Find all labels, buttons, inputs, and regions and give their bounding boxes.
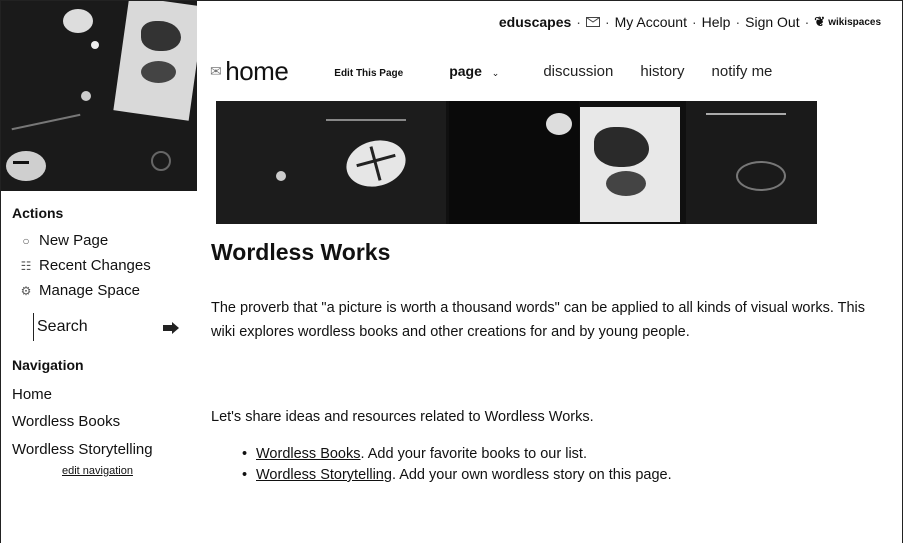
intro-paragraph: The proverb that "a picture is worth a t…	[211, 300, 866, 340]
separator: ·	[604, 14, 610, 30]
nav-item-wordless-storytelling[interactable]: Wordless Storytelling	[12, 441, 153, 458]
wikispaces-logo-icon: ❦	[814, 14, 826, 29]
manage-space-link[interactable]: ⚙ Manage Space	[19, 282, 140, 299]
new-page-icon: ○	[22, 233, 30, 248]
space-name-link[interactable]: eduscapes	[499, 14, 571, 30]
list-item: Wordless Storytelling. Add your own word…	[242, 467, 672, 483]
space-logo-image[interactable]	[1, 1, 197, 191]
new-page-link[interactable]: ○ New Page	[19, 232, 108, 249]
tab-discussion[interactable]: discussion	[543, 63, 613, 80]
tab-page[interactable]: page ⌄	[449, 63, 499, 79]
my-account-link[interactable]: My Account	[615, 14, 687, 30]
chevron-down-icon: ⌄	[491, 68, 500, 78]
help-link[interactable]: Help	[702, 14, 731, 30]
tab-history[interactable]: history	[640, 63, 684, 80]
recent-changes-link[interactable]: ☷ Recent Changes	[19, 257, 151, 274]
page-title-home: ✉ home	[210, 56, 289, 87]
edit-this-page-button[interactable]: Edit This Page	[334, 68, 403, 79]
page-heading: Wordless Works	[211, 239, 391, 265]
header-banner-image	[216, 101, 817, 224]
nav-item-home[interactable]: Home	[12, 386, 52, 403]
wikispaces-logo[interactable]: ❦ wikispaces	[814, 14, 881, 30]
search-input[interactable]: Search	[33, 313, 183, 341]
manage-space-label: Manage Space	[39, 282, 140, 299]
manage-space-icon: ⚙	[20, 283, 32, 298]
list-item-text: . Add your favorite books to our list.	[360, 446, 587, 462]
wordless-storytelling-link[interactable]: Wordless Storytelling	[256, 467, 392, 483]
page-name: home	[225, 56, 289, 86]
recent-changes-label: Recent Changes	[39, 257, 151, 274]
sidebar: Actions ○ New Page ☷ Recent Changes ⚙ Ma…	[1, 1, 197, 542]
wikispaces-label: wikispaces	[828, 16, 881, 28]
resource-list: Wordless Books. Add your favorite books …	[242, 446, 672, 488]
wordless-books-link[interactable]: Wordless Books	[256, 446, 361, 462]
page-toolbar: ✉ home Edit This Page page ⌄ discussion …	[210, 56, 799, 87]
separator: ·	[691, 14, 697, 30]
search-label: Search	[37, 318, 88, 335]
separator: ·	[576, 14, 581, 30]
separator: ·	[804, 14, 810, 30]
mail-icon[interactable]	[585, 14, 600, 30]
tab-page-label: page	[449, 63, 482, 79]
actions-heading: Actions	[12, 205, 64, 221]
search-go-icon[interactable]	[163, 321, 179, 334]
list-item-text: . Add your own wordless story on this pa…	[391, 467, 672, 483]
tab-notify-me[interactable]: notify me	[712, 63, 773, 80]
sign-out-link[interactable]: Sign Out	[745, 14, 799, 30]
separator: ·	[735, 14, 741, 30]
list-item: Wordless Books. Add your favorite books …	[242, 446, 672, 462]
navigation-heading: Navigation	[12, 357, 84, 373]
share-paragraph: Let's share ideas and resources related …	[211, 409, 594, 425]
nav-item-wordless-books[interactable]: Wordless Books	[12, 413, 120, 430]
new-page-label: New Page	[39, 232, 109, 249]
page-icon: ✉	[210, 63, 222, 79]
edit-navigation-link[interactable]: edit navigation	[62, 465, 133, 477]
account-bar: eduscapes · · My Account · Help · Sign O…	[499, 14, 881, 30]
recent-changes-icon: ☷	[20, 258, 32, 273]
